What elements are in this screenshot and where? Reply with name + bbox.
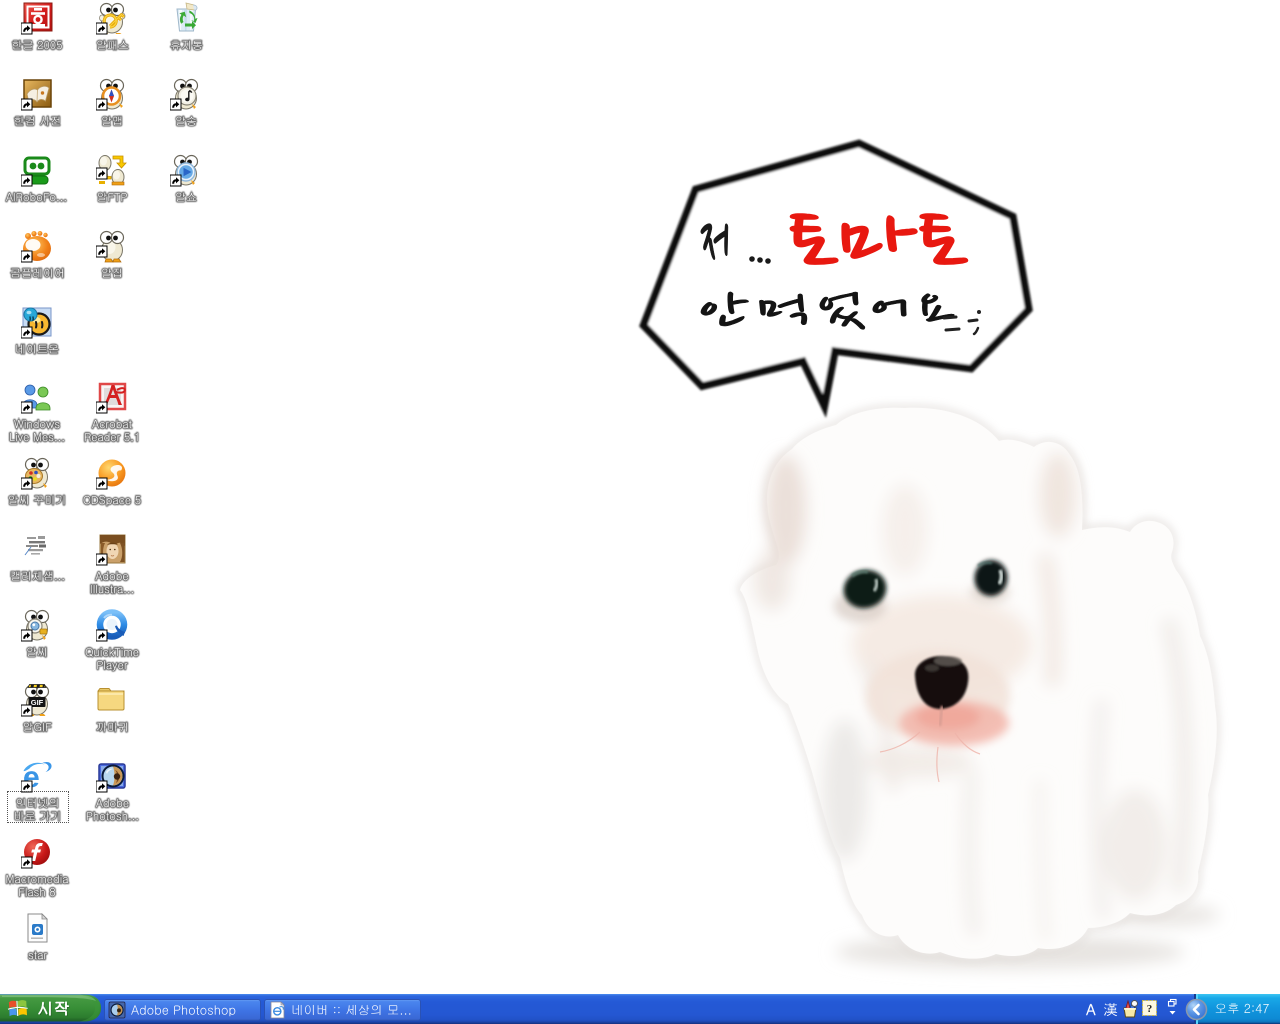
svg-text:GIF: GIF xyxy=(31,698,44,707)
svg-text:?: ? xyxy=(1147,1003,1153,1015)
